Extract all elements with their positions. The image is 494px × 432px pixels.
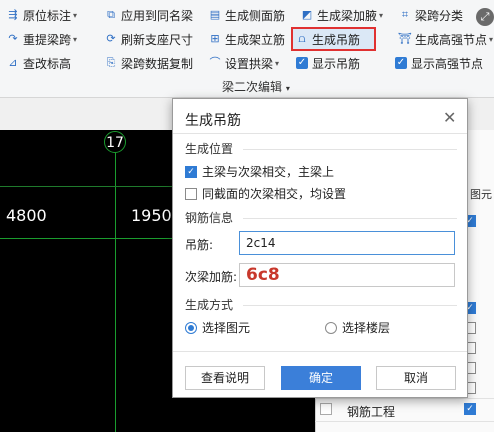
- radio-dot: [325, 321, 337, 334]
- span-data-copy-button[interactable]: ⎘ 梁跨数据复制: [104, 53, 193, 73]
- refresh-support-size-button[interactable]: ⟳ 刷新支座尺寸: [104, 29, 193, 49]
- show-high-strength-node-checkbox[interactable]: ✓ 显示高强节点: [395, 53, 483, 73]
- section-divider: [243, 149, 457, 150]
- node-icon: ⛩: [398, 32, 412, 45]
- hanger-icon: ⩍: [298, 32, 306, 45]
- radio-select-element[interactable]: 选择图元: [185, 319, 250, 336]
- title-divider: [173, 133, 467, 134]
- ribbon-group-label[interactable]: 梁二次编辑 ▾: [222, 78, 290, 95]
- panel-row-label: 钢筋工程: [347, 405, 396, 419]
- copy-icon: ⧉: [107, 8, 115, 21]
- radio-select-floor[interactable]: 选择楼层: [325, 319, 390, 336]
- secondary-stirrup-input[interactable]: 6c8: [239, 263, 455, 287]
- rebar-icon: ⊞: [210, 32, 220, 45]
- haunch-icon: ◩: [301, 8, 313, 21]
- beam-span-classify-button[interactable]: ⌗ 梁跨分类: [398, 5, 463, 25]
- chevron-down-icon: ▾: [73, 10, 78, 20]
- hanger-input[interactable]: 2c14: [239, 231, 455, 255]
- help-button[interactable]: 查看说明: [185, 366, 265, 390]
- cancel-button[interactable]: 取消: [376, 366, 456, 390]
- dimension-right: 1950: [131, 206, 172, 225]
- redo-icon: ↷: [8, 32, 18, 45]
- section-divider: [243, 305, 457, 306]
- footer-divider: [173, 351, 467, 352]
- apply-same-name-beam-button[interactable]: ⧉ 应用到同名梁: [104, 5, 193, 25]
- section-rebar-info: 钢筋信息: [185, 211, 234, 225]
- chevron-down-icon: ▾: [275, 58, 280, 68]
- chevron-down-icon: ▾: [285, 84, 290, 93]
- elevation-icon: ⊿: [8, 56, 18, 69]
- checkbox-box: [185, 187, 197, 200]
- copy-data-icon: ⎘: [106, 56, 116, 69]
- classify-icon: ⌗: [401, 8, 409, 21]
- panel-row-divider: [315, 421, 494, 422]
- close-icon[interactable]: ✕: [443, 108, 456, 127]
- generate-high-strength-node-button[interactable]: ⛩ 生成高强节点 ▾: [398, 29, 493, 49]
- chevron-down-icon: ▾: [73, 34, 78, 44]
- panel-checkbox[interactable]: ✓: [464, 403, 476, 415]
- align-icon: ⇶: [8, 8, 18, 21]
- check-icon: ✓: [296, 57, 308, 69]
- dimension-left: 4800: [6, 206, 47, 225]
- axis-line-vertical: [115, 153, 116, 432]
- panel-row-divider: [315, 398, 494, 399]
- generate-hanger-dialog: 生成吊筋 ✕ 生成位置 ✓ 主梁与次梁相交，主梁上 同截面的次梁相交，均设置 钢…: [172, 98, 468, 398]
- checkbox-main-secondary[interactable]: ✓ 主梁与次梁相交，主梁上: [185, 163, 334, 180]
- check-elevation-button[interactable]: ⊿ 查改标高: [6, 53, 71, 73]
- refresh-icon: ⟳: [106, 32, 116, 45]
- checkbox-same-section[interactable]: 同截面的次梁相交，均设置: [185, 185, 346, 202]
- check-icon: ✓: [185, 165, 197, 178]
- section-method: 生成方式: [185, 298, 234, 312]
- generate-erection-rebar-button[interactable]: ⊞ 生成架立筋: [208, 29, 285, 49]
- generate-beam-haunch-button[interactable]: ◩ 生成梁加腋 ▾: [300, 5, 383, 25]
- generate-side-rebar-button[interactable]: ▤ 生成侧面筋: [208, 5, 285, 25]
- axis-label-circle: 17: [104, 131, 126, 153]
- arch-icon: ⌒: [209, 56, 221, 69]
- chevron-down-icon: ▾: [379, 10, 384, 20]
- hanger-label: 吊筋:: [185, 238, 214, 252]
- ok-button[interactable]: 确定: [281, 366, 361, 390]
- grid-icon: ▤: [209, 8, 221, 21]
- original-annotation-button[interactable]: ⇶ 原位标注 ▾: [6, 5, 77, 25]
- secondary-stirrup-label: 次梁加筋:: [185, 270, 238, 284]
- re-extract-span-button[interactable]: ↷ 重提梁跨 ▾: [6, 29, 77, 49]
- check-icon: ✓: [395, 57, 407, 69]
- chevron-down-icon: ▾: [489, 34, 494, 44]
- panel-header: 图元: [470, 188, 492, 201]
- radio-dot: [185, 321, 197, 334]
- show-hanger-checkbox[interactable]: ✓ 显示吊筋: [296, 53, 360, 73]
- ribbon-toolbar: ⇶ 原位标注 ▾ ⧉ 应用到同名梁 ▤ 生成侧面筋 ◩ 生成梁加腋 ▾ ⌗ 梁跨分类…: [0, 0, 494, 98]
- section-divider: [243, 218, 457, 219]
- generate-hanger-rebar-button[interactable]: ⩍ 生成吊筋: [291, 27, 376, 51]
- panel-expander[interactable]: [320, 403, 332, 415]
- section-position: 生成位置: [185, 142, 234, 156]
- dialog-title: 生成吊筋: [185, 113, 241, 129]
- handwritten-value: 6c8: [246, 265, 280, 285]
- expand-icon[interactable]: ⤢: [476, 8, 494, 26]
- set-arch-beam-button[interactable]: ⌒ 设置拱梁 ▾: [208, 53, 280, 73]
